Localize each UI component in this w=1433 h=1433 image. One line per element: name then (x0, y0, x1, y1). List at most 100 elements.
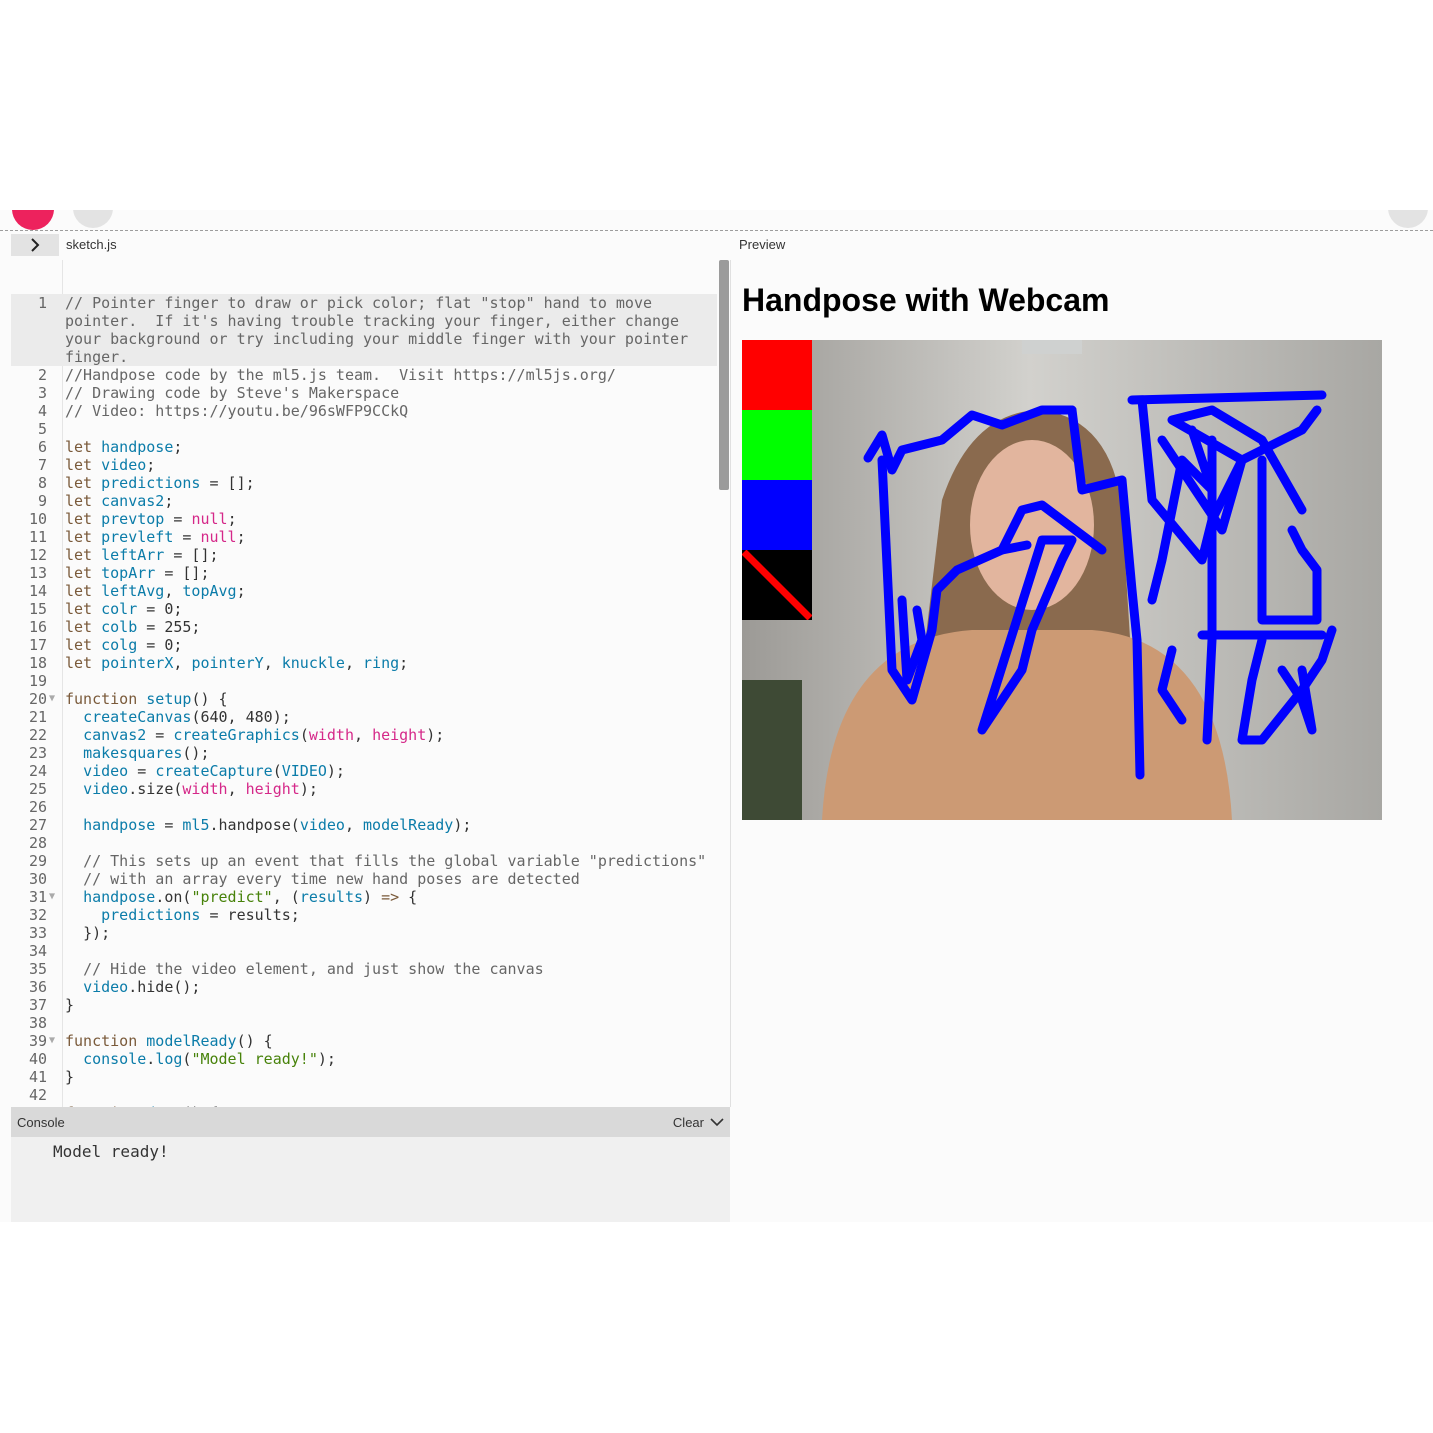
code-line[interactable]: 4 // Video: https://youtu.be/96sWFP9CCkQ (11, 402, 717, 420)
code-token: // Drawing code by Steve's Makerspace (65, 384, 400, 402)
sketch-canvas[interactable] (742, 340, 1382, 820)
file-tab-sketch[interactable]: sketch.js (66, 237, 117, 252)
code-line[interactable]: 21 createCanvas(640, 480); (11, 708, 717, 726)
fold-arrow-icon[interactable]: ▼ (49, 888, 55, 906)
color-swatch-red[interactable] (742, 340, 812, 410)
toolbar-divider (0, 230, 1433, 231)
code-text: // This sets up an event that fills the … (65, 852, 717, 870)
code-token: handpose (83, 816, 156, 834)
code-token: modelReady (363, 816, 454, 834)
code-token: .on( (155, 888, 192, 906)
code-line[interactable]: 35 // Hide the video element, and just s… (11, 960, 717, 978)
code-text: handpose = ml5.handpose(video, modelRead… (65, 816, 717, 834)
code-token: width (308, 726, 354, 744)
code-line[interactable]: 13 let topArr = []; (11, 564, 717, 582)
code-line[interactable]: 1 // Pointer finger to draw or pick color… (11, 294, 717, 366)
code-line[interactable]: 20 ▼ function setup() { (11, 690, 717, 708)
code-token: handpose (101, 438, 174, 456)
code-token: canvas2 (83, 726, 147, 744)
code-line[interactable]: 7 let video; (11, 456, 717, 474)
line-number: 14 (28, 582, 47, 600)
code-text: } (65, 1068, 717, 1086)
code-token: }); (65, 924, 111, 942)
code-token: , (173, 654, 192, 672)
code-line[interactable]: 12 let leftArr = []; (11, 546, 717, 564)
line-number: 15 (28, 600, 47, 618)
code-line[interactable]: 8 let predictions = []; (11, 474, 717, 492)
line-number: 3 (37, 384, 47, 402)
code-line[interactable]: 30 // with an array every time new hand … (11, 870, 717, 888)
code-line[interactable]: 40 console.log("Model ready!"); (11, 1050, 717, 1068)
code-token: = (173, 528, 201, 546)
code-line[interactable]: 19 (11, 672, 717, 690)
code-token: ); (326, 762, 345, 780)
code-line[interactable]: 26 (11, 798, 717, 816)
code-line[interactable]: 16 let colb = 255; (11, 618, 717, 636)
code-token: = (128, 762, 156, 780)
color-swatch-green[interactable] (742, 410, 812, 480)
code-line[interactable]: 39 ▼ function modelReady() { (11, 1032, 717, 1050)
line-number: 19 (28, 672, 47, 690)
code-line[interactable]: 42 (11, 1086, 717, 1104)
code-text: //Handpose code by the ml5.js team. Visi… (65, 366, 717, 384)
code-line[interactable]: 11 let prevleft = null; (11, 528, 717, 546)
code-token: = 0; (137, 636, 183, 654)
editor-scrollbar[interactable] (719, 260, 729, 490)
code-token: ring (363, 654, 400, 672)
code-line[interactable]: 29 // This sets up an event that fills t… (11, 852, 717, 870)
code-token: null (200, 528, 237, 546)
sidebar-toggle-button[interactable] (11, 234, 59, 256)
code-token: createCanvas (83, 708, 192, 726)
code-token: , (227, 780, 246, 798)
settings-button[interactable] (1388, 210, 1428, 228)
fold-arrow-icon[interactable]: ▼ (49, 690, 55, 708)
code-token: ( (272, 762, 282, 780)
stop-button[interactable] (73, 210, 113, 228)
code-line[interactable]: 9 let canvas2; (11, 492, 717, 510)
code-line[interactable]: 36 video.hide(); (11, 978, 717, 996)
play-button[interactable] (12, 210, 54, 230)
code-line[interactable]: 3 // Drawing code by Steve's Makerspace (11, 384, 717, 402)
line-number: 26 (28, 798, 47, 816)
code-text: let colb = 255; (65, 618, 717, 636)
color-swatch-blue[interactable] (742, 480, 812, 550)
code-line[interactable]: 2 //Handpose code by the ml5.js team. Vis… (11, 366, 717, 384)
eraser-swatch[interactable] (742, 549, 813, 621)
code-token: VIDEO (281, 762, 327, 780)
code-line[interactable]: 10 let prevtop = null; (11, 510, 717, 528)
code-token: predictions (101, 474, 201, 492)
code-line[interactable]: 14 let leftAvg, topAvg; (11, 582, 717, 600)
code-line[interactable]: 28 (11, 834, 717, 852)
code-line[interactable]: 22 canvas2 = createGraphics(width, heigh… (11, 726, 717, 744)
code-editor[interactable]: 1 // Pointer finger to draw or pick color… (11, 260, 731, 1107)
line-number: 22 (28, 726, 47, 744)
console-clear-button[interactable]: Clear (673, 1115, 724, 1130)
code-line[interactable]: 17 let colg = 0; (11, 636, 717, 654)
code-line[interactable]: 37} (11, 996, 717, 1014)
code-area[interactable]: 1 // Pointer finger to draw or pick color… (11, 294, 717, 1107)
code-line[interactable]: 15 let colr = 0; (11, 600, 717, 618)
code-text: createCanvas(640, 480); (65, 708, 717, 726)
code-line[interactable]: 31 ▼ handpose.on("predict", (results) => … (11, 888, 717, 906)
code-line[interactable]: 27 handpose = ml5.handpose(video, modelR… (11, 816, 717, 834)
code-token: ; (164, 492, 174, 510)
code-token: (); (182, 744, 210, 762)
code-line[interactable]: 25 video.size(width, height); (11, 780, 717, 798)
code-line[interactable]: 18 let pointerX, pointerY, knuckle, ring; (11, 654, 717, 672)
code-line[interactable]: 38 (11, 1014, 717, 1032)
code-line[interactable]: 34 (11, 942, 717, 960)
code-text: let handpose; (65, 438, 717, 456)
code-line[interactable]: 23 makesquares(); (11, 744, 717, 762)
code-line[interactable]: 32 predictions = results; (11, 906, 717, 924)
code-line[interactable]: 33 }); (11, 924, 717, 942)
code-line[interactable]: 41} (11, 1068, 717, 1086)
code-line[interactable]: 5 (11, 420, 717, 438)
line-number: 37 (28, 996, 47, 1014)
fold-arrow-icon[interactable]: ▼ (49, 1032, 55, 1050)
code-line[interactable]: 6 let handpose; (11, 438, 717, 456)
code-line[interactable]: 24 video = createCapture(VIDEO); (11, 762, 717, 780)
code-text: let colg = 0; (65, 636, 717, 654)
